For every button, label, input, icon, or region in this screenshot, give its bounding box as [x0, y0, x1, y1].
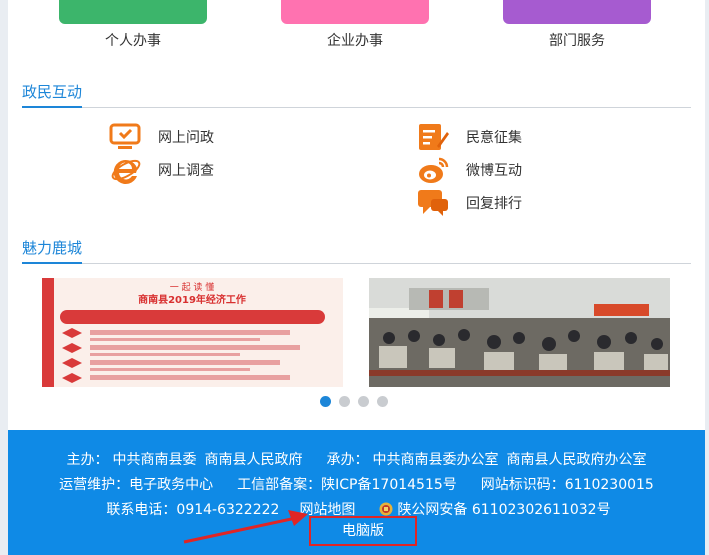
- footer-host-row: 主办： 中共商南县委 商南县人民政府 承办： 中共商南县委办公室 商南县人民政府办公室: [8, 449, 705, 469]
- footer-record-row: 运营维护：电子政务中心 工信部备案：陕ICP备17014515号 网站标识码：611…: [8, 474, 705, 494]
- carousel-dot-3[interactable]: [358, 396, 369, 407]
- reply-ranking-link[interactable]: 回复排行: [416, 188, 522, 218]
- personal-affairs-button[interactable]: 个人办事: [59, 0, 207, 50]
- icp-link[interactable]: 陕ICP备17014515号: [321, 477, 457, 493]
- carousel-dot-1[interactable]: [320, 396, 331, 407]
- site-id-text: 网站标识码：6110230015: [480, 477, 654, 493]
- department-service-button[interactable]: 部门服务: [503, 0, 651, 50]
- interaction-section-header: 政民互动: [22, 82, 691, 108]
- host-label: 主办：: [66, 452, 109, 468]
- weibo-icon: [416, 155, 450, 185]
- photo-carousel[interactable]: 一 起 读 懂 商南县2019年经济工作: [42, 278, 670, 388]
- reply-ranking-label: 回复排行: [466, 196, 522, 212]
- mobile-page: 个人办事 企业办事 部门服务 政民互动 网上问政 民意征集 网上调查 微博互动 …: [8, 0, 705, 555]
- carousel-image-meeting[interactable]: [369, 278, 670, 387]
- survey-pen-icon: [416, 122, 450, 152]
- department-service-tile[interactable]: [503, 0, 651, 24]
- online-inquiry-label: 网上问政: [158, 130, 214, 146]
- enterprise-affairs-button[interactable]: 企业办事: [281, 0, 429, 50]
- site-footer: 主办： 中共商南县委 商南县人民政府 承办： 中共商南县委办公室 商南县人民政府办公室 运…: [8, 430, 705, 555]
- gallery-section-header: 魅力鹿城: [22, 238, 691, 264]
- interaction-section-title: 政民互动: [22, 81, 83, 108]
- service-buttons: 个人办事 企业办事 部门服务: [8, 0, 705, 60]
- annotation-arrow-icon: [183, 510, 308, 544]
- enterprise-affairs-label: 企业办事: [327, 33, 383, 49]
- organizer-government-office: 商南县人民政府办公室: [506, 452, 647, 468]
- computer-icon: [108, 122, 142, 152]
- gallery-section-title: 魅力鹿城: [22, 237, 83, 264]
- public-opinion-label: 民意征集: [466, 130, 522, 146]
- svg-text:一 起 读 懂: 一 起 读 懂: [170, 281, 215, 293]
- online-survey-link[interactable]: 网上调查: [108, 155, 214, 185]
- organizer-party-office: 中共商南县委办公室: [372, 452, 499, 468]
- carousel-dot-4[interactable]: [377, 396, 388, 407]
- carousel-indicators: [320, 396, 388, 407]
- online-survey-label: 网上调查: [158, 163, 214, 179]
- police-record-link[interactable]: 陕公网安备 61102302611032号: [397, 502, 610, 518]
- online-inquiry-link[interactable]: 网上问政: [108, 122, 214, 152]
- enterprise-affairs-tile[interactable]: [281, 0, 429, 24]
- personal-affairs-label: 个人办事: [105, 33, 161, 49]
- weibo-interaction-label: 微博互动: [466, 163, 522, 179]
- weibo-interaction-link[interactable]: 微博互动: [416, 155, 522, 185]
- chat-bubble-icon: [416, 188, 450, 218]
- pc-version-button[interactable]: 电脑版: [309, 516, 417, 546]
- organizer-label: 承办：: [326, 452, 369, 468]
- department-service-label: 部门服务: [549, 33, 605, 49]
- host-government: 商南县人民政府: [204, 452, 303, 468]
- host-party-committee: 中共商南县委: [112, 452, 197, 468]
- poster-headline: 商南县2019年经济工作: [138, 293, 246, 306]
- carousel-image-poster[interactable]: 一 起 读 懂 商南县2019年经济工作: [42, 278, 343, 387]
- police-badge-icon: [379, 502, 393, 516]
- public-opinion-link[interactable]: 民意征集: [416, 122, 522, 152]
- carousel-dot-2[interactable]: [339, 396, 350, 407]
- ie-icon: [108, 155, 142, 185]
- personal-affairs-tile[interactable]: [59, 0, 207, 24]
